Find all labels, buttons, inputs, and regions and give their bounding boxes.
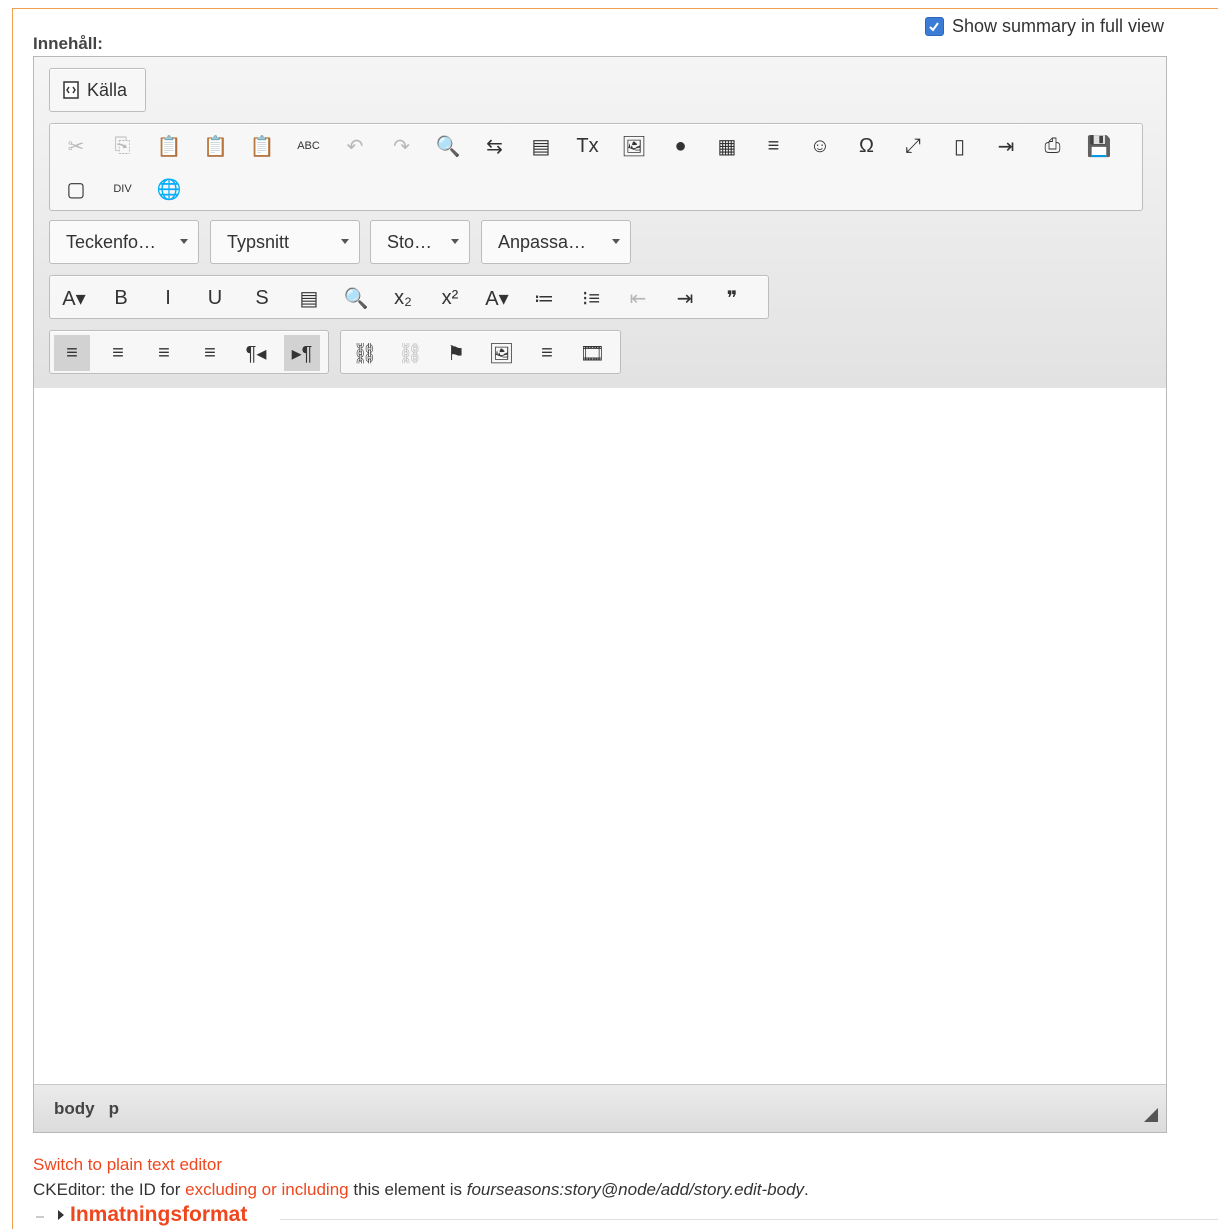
- ltr-icon[interactable]: ▸¶: [284, 335, 320, 371]
- source-button[interactable]: Källa: [49, 68, 146, 112]
- dropdown-arrow-icon: [341, 239, 349, 244]
- ckinfo-id: fourseasons:story@node/add/story.edit-bo…: [466, 1180, 805, 1199]
- horizontal-line-icon[interactable]: ≡: [756, 128, 792, 164]
- resize-handle-icon[interactable]: [1144, 1108, 1158, 1122]
- underline-icon[interactable]: U: [197, 280, 233, 316]
- smiley-icon[interactable]: ☺: [802, 128, 838, 164]
- div-container-icon[interactable]: DIV: [105, 171, 141, 207]
- numbered-list-icon[interactable]: ≔: [526, 280, 562, 316]
- outdent-icon[interactable]: ⇤: [620, 280, 656, 316]
- cut-icon[interactable]: ✂: [58, 128, 94, 164]
- select-all-icon[interactable]: ▤: [523, 128, 559, 164]
- subscript-icon[interactable]: x₂: [385, 280, 421, 316]
- excluding-including-link[interactable]: excluding or including: [185, 1180, 349, 1199]
- align-right-icon[interactable]: ≡: [146, 335, 182, 371]
- new-page-icon[interactable]: ▢: [58, 171, 94, 207]
- field-label: Innehåll:: [33, 34, 103, 53]
- input-format-label: Inmatningsformat: [70, 1203, 248, 1226]
- indent-icon[interactable]: ⇥: [667, 280, 703, 316]
- unlink-icon[interactable]: ⛓: [393, 335, 429, 371]
- show-summary-label: Show summary in full view: [951, 16, 1164, 36]
- replace-icon[interactable]: ⇆: [477, 128, 513, 164]
- template-icon[interactable]: ▤: [291, 280, 327, 316]
- ckeditor: Källa ✂ ⎘ 📋 📋 📋 ABC ↶ ↷ 🔍 ⇆ ▤ Tx 🖼 ● ▦ ≡ ☺ Ω ⤢ ▯ ⇥ ⎙ 💾 ▢ DIV 🌐 Te…: [33, 56, 1167, 1133]
- save-icon[interactable]: 💾: [1081, 128, 1117, 164]
- align-center-icon[interactable]: ≡: [100, 335, 136, 371]
- font-combo-label: Typsnitt: [227, 231, 290, 252]
- editor-toolbar: Källa ✂ ⎘ 📋 📋 📋 ABC ↶ ↷ 🔍 ⇆ ▤ Tx 🖼 ● ▦ ≡ ☺ Ω ⤢ ▯ ⇥ ⎙ 💾 ▢ DIV 🌐 Te…: [34, 57, 1166, 389]
- undo-icon[interactable]: ↶: [337, 128, 373, 164]
- ckinfo-middle: this element is: [348, 1180, 467, 1199]
- bold-icon[interactable]: B: [103, 280, 139, 316]
- switch-plain-text-link[interactable]: Switch to plain text editor: [33, 1155, 222, 1175]
- page-break-icon[interactable]: ⇥: [988, 128, 1024, 164]
- language-icon[interactable]: 🌐: [151, 171, 187, 207]
- copy-icon[interactable]: ⎘: [105, 128, 141, 164]
- remove-format-icon[interactable]: Tx: [570, 128, 606, 164]
- size-combo-label: Sto…: [387, 231, 433, 252]
- show-summary-option[interactable]: Show summary in full view: [924, 16, 1164, 37]
- elements-path-bar: body p: [34, 1084, 1166, 1132]
- insert-image-icon[interactable]: 🖼: [484, 335, 520, 371]
- image-icon[interactable]: 🖼: [616, 128, 652, 164]
- table-icon[interactable]: ▦: [709, 128, 745, 164]
- size-combo[interactable]: Sto…: [370, 220, 470, 264]
- paste-from-word-icon[interactable]: 📋: [244, 128, 280, 164]
- flash-icon[interactable]: ●: [663, 128, 699, 164]
- preview-icon[interactable]: 🔍: [338, 280, 374, 316]
- anchor-icon[interactable]: ⚑: [438, 335, 474, 371]
- strikethrough-icon[interactable]: S: [244, 280, 280, 316]
- fieldset-legend-dash: [36, 1216, 44, 1218]
- redo-icon[interactable]: ↷: [384, 128, 420, 164]
- align-left-icon[interactable]: ≡: [54, 335, 90, 371]
- rtl-icon[interactable]: ¶◂: [238, 335, 274, 371]
- format-combo[interactable]: Teckenfo…: [49, 220, 199, 264]
- media-icon[interactable]: 🎞: [575, 335, 611, 371]
- toolbar-row-alignment: ≡ ≡ ≡ ≡ ¶◂ ▸¶: [49, 330, 329, 374]
- link-icon[interactable]: ⛓: [347, 335, 383, 371]
- bulleted-list-icon[interactable]: ⁝≡: [573, 280, 609, 316]
- ckinfo-prefix: CKEditor: the ID for: [33, 1180, 186, 1199]
- toolbar-row-clipboard-tools: ✂ ⎘ 📋 📋 📋 ABC ↶ ↷ 🔍 ⇆ ▤ Tx 🖼 ● ▦ ≡ ☺ Ω ⤢ ▯ ⇥ ⎙ 💾 ▢ DIV 🌐: [49, 123, 1143, 211]
- background-color-icon[interactable]: A▾: [56, 280, 92, 316]
- styles-combo[interactable]: Anpassa…: [481, 220, 631, 264]
- show-summary-checkbox[interactable]: [924, 17, 944, 36]
- source-icon: [63, 81, 79, 99]
- superscript-icon[interactable]: x²: [432, 280, 468, 316]
- dropdown-arrow-icon: [612, 239, 620, 244]
- editor-content-area[interactable]: [34, 388, 1166, 1085]
- path-body[interactable]: body: [54, 1099, 95, 1119]
- italic-icon[interactable]: I: [150, 280, 186, 316]
- dropdown-arrow-icon: [451, 239, 459, 244]
- path-p[interactable]: p: [109, 1099, 119, 1119]
- find-icon[interactable]: 🔍: [430, 128, 466, 164]
- ckeditor-id-info: CKEditor: the ID for excluding or includ…: [33, 1180, 809, 1200]
- maximize-icon[interactable]: ⤢: [895, 128, 931, 164]
- toolbar-row-basic-styles: A▾ B I U S ▤ 🔍 x₂ x² A▾ ≔ ⁝≡ ⇤ ⇥ ❞: [49, 275, 769, 319]
- justify-icon[interactable]: ≡: [192, 335, 228, 371]
- special-char-icon[interactable]: Ω: [849, 128, 885, 164]
- blockquote-icon[interactable]: ❞: [714, 280, 750, 316]
- teaser-break-icon[interactable]: ≡: [529, 335, 565, 371]
- paste-text-icon[interactable]: 📋: [198, 128, 234, 164]
- print-icon[interactable]: ⎙: [1035, 128, 1071, 164]
- dropdown-arrow-icon: [180, 239, 188, 244]
- font-combo[interactable]: Typsnitt: [210, 220, 360, 264]
- styles-combo-label: Anpassa…: [498, 231, 587, 252]
- toolbar-row-links: ⛓ ⛓ ⚑ 🖼 ≡ 🎞: [340, 330, 621, 374]
- spellcheck-icon[interactable]: ABC: [291, 128, 327, 164]
- format-combo-label: Teckenfo…: [66, 231, 157, 252]
- collapsed-triangle-icon: [58, 1210, 64, 1220]
- show-blocks-icon[interactable]: ▯: [942, 128, 978, 164]
- fieldset-line: [280, 1219, 1218, 1220]
- ckinfo-suffix: .: [804, 1180, 809, 1199]
- input-format-toggle[interactable]: Inmatningsformat: [58, 1203, 247, 1227]
- paste-icon[interactable]: 📋: [151, 128, 187, 164]
- text-color-icon[interactable]: A▾: [479, 280, 515, 316]
- source-button-label: Källa: [87, 79, 128, 100]
